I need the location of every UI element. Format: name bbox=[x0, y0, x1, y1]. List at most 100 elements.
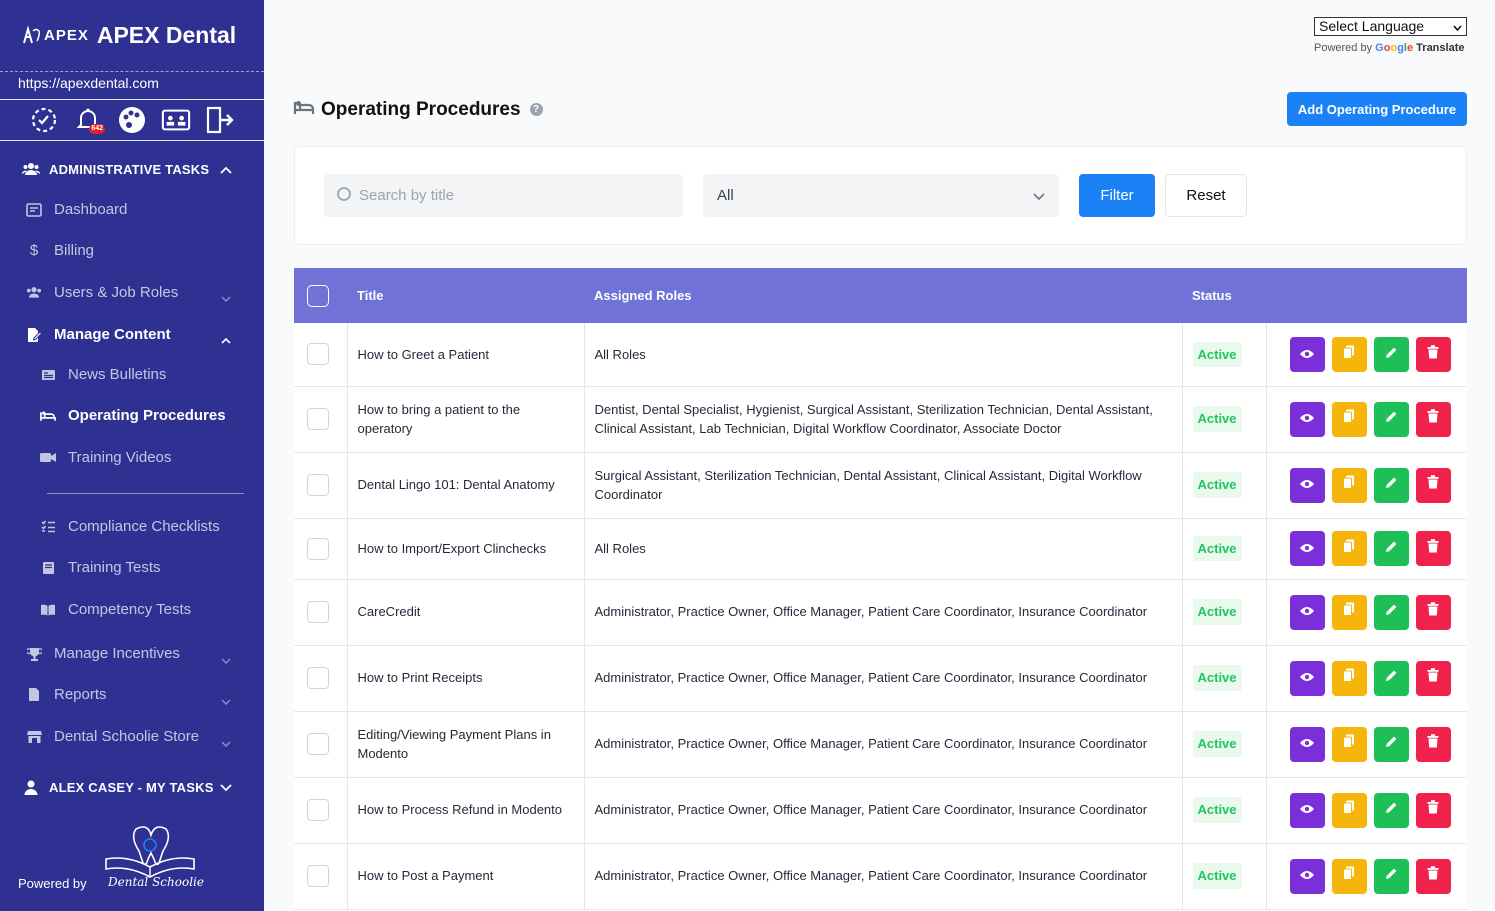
sidebar-item-dental-schoolie-store[interactable]: Dental Schoolie Store bbox=[26, 728, 199, 745]
search-input[interactable] bbox=[359, 187, 659, 204]
row-checkbox[interactable] bbox=[307, 799, 329, 821]
site-url[interactable]: https://apexdental.com bbox=[0, 72, 264, 100]
sidebar-item-competency-tests[interactable]: Competency Tests bbox=[40, 601, 191, 618]
duplicate-button[interactable] bbox=[1331, 467, 1367, 503]
delete-button[interactable] bbox=[1415, 467, 1451, 503]
row-checkbox[interactable] bbox=[307, 733, 329, 755]
sidebar-item-users-job-roles[interactable]: Users & Job Roles bbox=[26, 284, 178, 301]
delete-button[interactable] bbox=[1415, 726, 1451, 762]
brand-header[interactable]: APEX APEX Dental bbox=[0, 0, 264, 72]
row-title[interactable]: How to Import/Export Clinchecks bbox=[347, 518, 585, 580]
edit-button[interactable] bbox=[1373, 467, 1409, 503]
edit-button[interactable] bbox=[1373, 401, 1409, 437]
edit-button[interactable] bbox=[1373, 660, 1409, 696]
chevron-up-icon[interactable] bbox=[221, 331, 231, 349]
table-row[interactable]: How to Post a Payment Administrator, Pra… bbox=[294, 843, 1467, 910]
sidebar-item-training-videos[interactable]: Training Videos bbox=[40, 449, 171, 466]
view-button[interactable] bbox=[1289, 660, 1325, 696]
duplicate-button[interactable] bbox=[1331, 858, 1367, 894]
view-button[interactable] bbox=[1289, 531, 1325, 566]
view-button[interactable] bbox=[1289, 858, 1325, 894]
delete-button[interactable] bbox=[1415, 858, 1451, 894]
timer-icon[interactable] bbox=[29, 105, 59, 135]
sidebar-item-billing[interactable]: $ Billing bbox=[26, 242, 94, 259]
chevron-down-icon[interactable] bbox=[221, 289, 231, 307]
filter-button[interactable]: Filter bbox=[1079, 174, 1155, 217]
role-filter-select[interactable]: All bbox=[703, 174, 1059, 217]
column-assigned-roles[interactable]: Assigned Roles bbox=[584, 268, 1182, 323]
reset-button[interactable]: Reset bbox=[1165, 174, 1247, 217]
logout-icon[interactable] bbox=[205, 105, 235, 135]
edit-button[interactable] bbox=[1373, 531, 1409, 566]
duplicate-button[interactable] bbox=[1331, 594, 1367, 630]
duplicate-button[interactable] bbox=[1331, 401, 1367, 437]
view-button[interactable] bbox=[1289, 336, 1325, 372]
row-checkbox[interactable] bbox=[307, 474, 329, 496]
delete-button[interactable] bbox=[1415, 531, 1451, 566]
delete-button[interactable] bbox=[1415, 594, 1451, 630]
row-title[interactable]: How to Process Refund in Modento bbox=[347, 777, 585, 844]
delete-button[interactable] bbox=[1415, 792, 1451, 828]
duplicate-button[interactable] bbox=[1331, 336, 1367, 372]
table-row[interactable]: Editing/Viewing Payment Plans in Modento… bbox=[294, 711, 1467, 778]
view-button[interactable] bbox=[1289, 594, 1325, 630]
duplicate-button[interactable] bbox=[1331, 660, 1367, 696]
table-row[interactable]: How to Print Receipts Administrator, Pra… bbox=[294, 645, 1467, 712]
sidebar-item-manage-incentives[interactable]: Manage Incentives bbox=[26, 645, 180, 662]
row-checkbox[interactable] bbox=[307, 537, 329, 560]
delete-button[interactable] bbox=[1415, 660, 1451, 696]
row-title[interactable]: How to Print Receipts bbox=[347, 645, 585, 712]
palette-icon[interactable] bbox=[117, 105, 147, 135]
select-all-checkbox[interactable] bbox=[307, 284, 329, 307]
table-row[interactable]: How to Import/Export Clinchecks All Role… bbox=[294, 518, 1467, 580]
view-button[interactable] bbox=[1289, 726, 1325, 762]
sidebar-item-compliance-checklists[interactable]: Compliance Checklists bbox=[40, 518, 220, 535]
row-title[interactable]: How to Post a Payment bbox=[347, 843, 585, 910]
view-button[interactable] bbox=[1289, 792, 1325, 828]
sidebar-item-operating-procedures[interactable]: Operating Procedures bbox=[40, 407, 226, 424]
edit-button[interactable] bbox=[1373, 792, 1409, 828]
table-row[interactable]: How to bring a patient to the operatory … bbox=[294, 386, 1467, 453]
view-button[interactable] bbox=[1289, 467, 1325, 503]
row-checkbox[interactable] bbox=[307, 865, 329, 887]
duplicate-button[interactable] bbox=[1331, 726, 1367, 762]
search-box[interactable] bbox=[324, 174, 683, 217]
row-title[interactable]: Editing/Viewing Payment Plans in Modento bbox=[347, 711, 585, 778]
row-checkbox[interactable] bbox=[307, 408, 329, 430]
sidebar-item-reports[interactable]: Reports bbox=[26, 686, 107, 703]
sidebar-item-news-bulletins[interactable]: News Bulletins bbox=[40, 366, 166, 383]
team-board-icon[interactable] bbox=[161, 105, 191, 135]
row-title[interactable]: Dental Lingo 101: Dental Anatomy bbox=[347, 452, 585, 519]
language-select[interactable]: Select Language bbox=[1314, 17, 1467, 36]
delete-button[interactable] bbox=[1415, 336, 1451, 372]
duplicate-button[interactable] bbox=[1331, 792, 1367, 828]
view-button[interactable] bbox=[1289, 401, 1325, 437]
chevron-down-icon[interactable] bbox=[221, 651, 231, 669]
row-checkbox[interactable] bbox=[307, 601, 329, 623]
table-row[interactable]: Dental Lingo 101: Dental Anatomy Surgica… bbox=[294, 452, 1467, 519]
section-administrative-tasks[interactable]: ADMINISTRATIVE TASKS bbox=[22, 160, 238, 178]
dental-schoolie-logo[interactable]: Dental Schoolie bbox=[100, 825, 204, 898]
edit-button[interactable] bbox=[1373, 858, 1409, 894]
chevron-down-icon[interactable] bbox=[221, 734, 231, 752]
column-status[interactable]: Status bbox=[1182, 268, 1266, 323]
row-title[interactable]: How to bring a patient to the operatory bbox=[347, 386, 585, 453]
table-row[interactable]: How to Greet a Patient All Roles Active bbox=[294, 323, 1467, 387]
sidebar-item-training-tests[interactable]: Training Tests bbox=[40, 559, 161, 576]
column-title[interactable]: Title bbox=[347, 268, 584, 323]
duplicate-button[interactable] bbox=[1331, 531, 1367, 566]
row-title[interactable]: CareCredit bbox=[347, 579, 585, 646]
row-checkbox[interactable] bbox=[307, 343, 329, 366]
section-my-tasks[interactable]: ALEX CASEY - MY TASKS bbox=[22, 778, 238, 796]
sidebar-item-manage-content[interactable]: Manage Content bbox=[26, 326, 171, 343]
help-icon[interactable]: ? bbox=[529, 103, 543, 116]
edit-button[interactable] bbox=[1373, 594, 1409, 630]
sidebar-item-dashboard[interactable]: Dashboard bbox=[26, 201, 127, 218]
row-title[interactable]: How to Greet a Patient bbox=[347, 323, 585, 387]
row-checkbox[interactable] bbox=[307, 667, 329, 689]
translate-link[interactable]: Translate bbox=[1416, 42, 1464, 54]
table-row[interactable]: CareCredit Administrator, Practice Owner… bbox=[294, 579, 1467, 646]
delete-button[interactable] bbox=[1415, 401, 1451, 437]
chevron-down-icon[interactable] bbox=[221, 692, 231, 710]
add-operating-procedure-button[interactable]: Add Operating Procedure bbox=[1287, 92, 1467, 126]
